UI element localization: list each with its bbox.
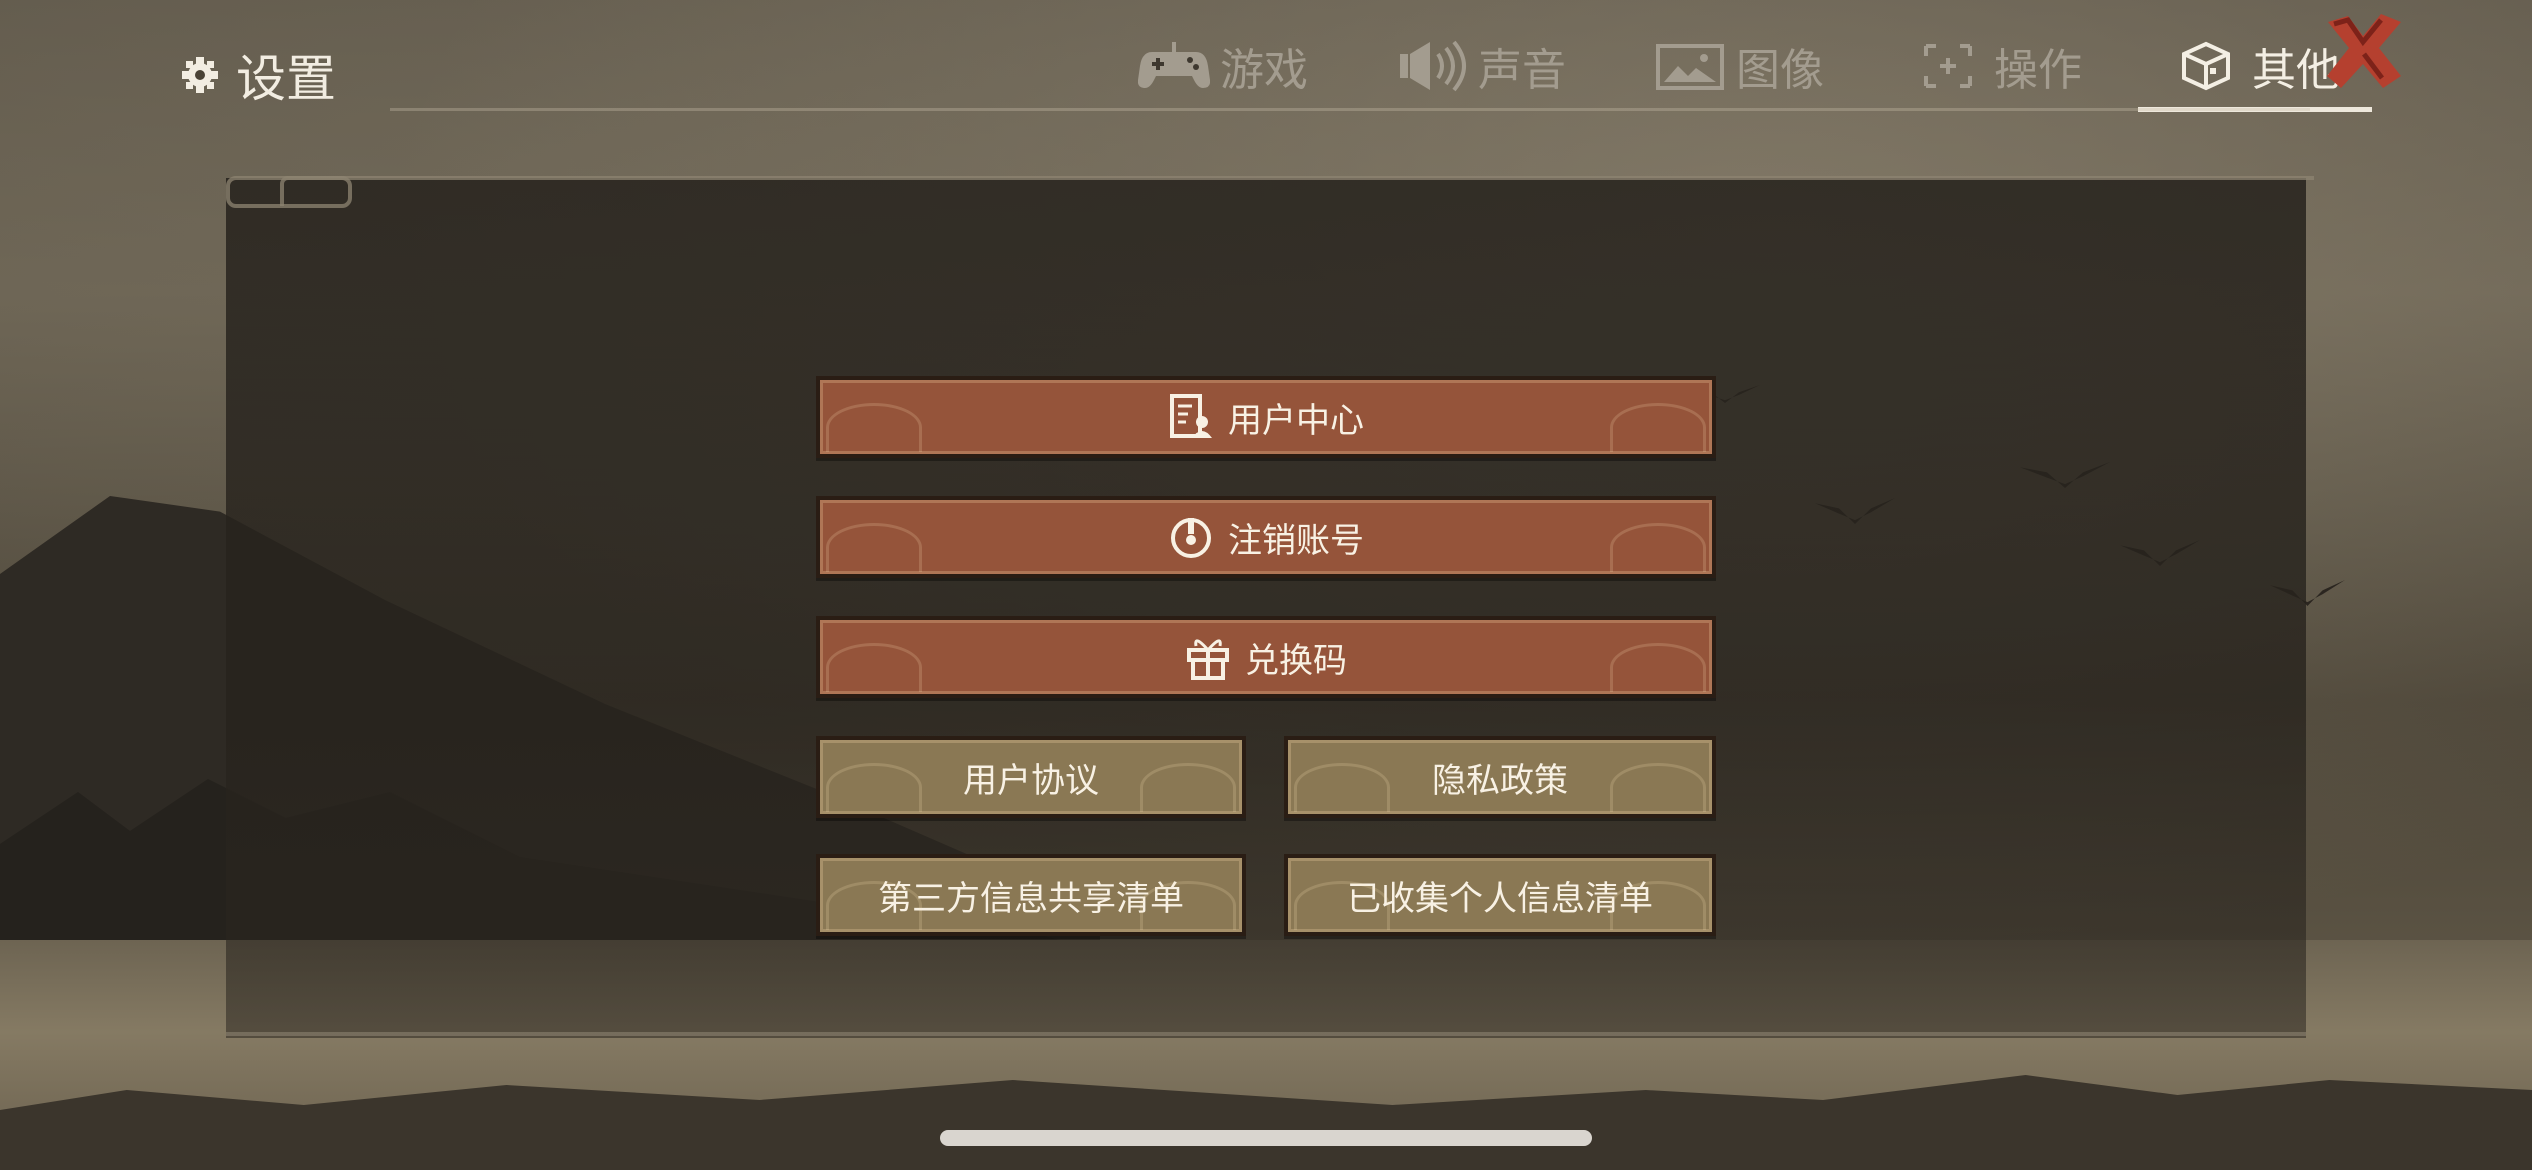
close-icon[interactable] [2318,8,2408,98]
button-ornament [826,881,922,930]
delete-account-button[interactable]: 注销账号 [816,496,1716,578]
privacy-policy-label: 隐私政策 [1432,760,1568,801]
tab-graphics-label: 图像 [1736,45,1824,96]
button-ornament [826,643,922,692]
button-ornament [826,523,922,572]
header-divider [390,108,2310,111]
speaker-icon [1400,40,1466,92]
user-agreement-button[interactable]: 用户协议 [816,736,1246,818]
delete-account-label: 注销账号 [1228,520,1364,561]
home-indicator[interactable] [940,1130,1592,1146]
third-party-sharing-list-label: 第三方信息共享清单 [878,878,1184,919]
tab-graphics[interactable]: 图像 [1636,20,1842,112]
user-agreement-label: 用户协议 [963,760,1099,801]
settings-panel [226,178,2306,1038]
redeem-code-button[interactable]: 兑换码 [816,616,1716,698]
gift-icon [1187,639,1229,680]
image-icon [1656,44,1724,90]
user-center-label: 用户中心 [1228,400,1364,441]
gamepad-icon [1138,42,1210,88]
user-center-button[interactable]: 用户中心 [816,376,1716,458]
button-ornament [1610,763,1706,812]
third-party-sharing-list-button[interactable]: 第三方信息共享清单 [816,854,1246,936]
button-ornament [826,763,922,812]
power-icon [1171,518,1211,558]
user-profile-icon [1170,394,1212,438]
redeem-code-label: 兑换码 [1245,640,1347,681]
page-title-text: 设置 [236,50,336,108]
button-ornament [1610,881,1706,930]
panel-frame-tab [226,176,352,208]
button-ornament [826,403,922,452]
cube-icon [2182,41,2230,91]
settings-screen: 设置 游戏 声音 图像 操作 其他 用户中心 注销账号 兑换码 用户协议 隐私政… [0,0,2532,1170]
panel-frame-bottom [226,1032,2306,1036]
settings-tabs: 游戏 声音 图像 操作 其他 [1120,20,2410,112]
tab-game-label: 游戏 [1220,45,1308,96]
tab-sound-label: 声音 [1478,45,1566,96]
panel-frame-top [280,176,2314,206]
button-ornament [1140,763,1236,812]
tab-controls[interactable]: 操作 [1894,20,2100,112]
privacy-policy-button[interactable]: 隐私政策 [1284,736,1716,818]
header-bar: 设置 游戏 声音 图像 操作 其他 [0,0,2532,120]
button-ornament [1610,403,1706,452]
button-ornament [1610,523,1706,572]
crosshair-icon [1924,44,1972,88]
button-ornament [1294,763,1390,812]
page-title: 设置 [180,40,336,110]
tab-controls-label: 操作 [1994,45,2082,96]
button-ornament [1140,881,1236,930]
collected-info-list-label: 已收集个人信息清单 [1347,878,1653,919]
tab-game[interactable]: 游戏 [1120,20,1326,112]
button-ornament [1294,881,1390,930]
gear-icon [182,57,218,93]
tab-sound[interactable]: 声音 [1378,20,1584,112]
button-ornament [1610,643,1706,692]
collected-info-list-button[interactable]: 已收集个人信息清单 [1284,854,1716,936]
